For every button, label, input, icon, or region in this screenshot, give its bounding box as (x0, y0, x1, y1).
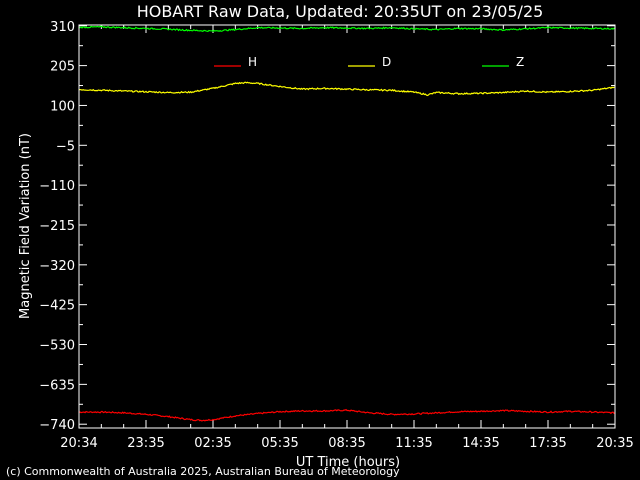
y-tick-label: −215 (39, 219, 75, 234)
legend-label-h: H (248, 55, 257, 69)
y-tick-label: −530 (39, 339, 75, 354)
y-tick-label: 205 (50, 60, 75, 75)
x-tick-label: 08:35 (328, 436, 365, 451)
magnetometer-chart: HOBART Raw Data, Updated: 20:35UT on 23/… (6, 2, 634, 478)
plot-area (78, 25, 616, 422)
y-axis-label: Magnetic Field Variation (nT) (18, 133, 33, 319)
x-tick-label: 11:35 (395, 436, 432, 451)
y-tick-label: −635 (39, 378, 75, 393)
x-tick-label: 14:35 (462, 436, 499, 451)
legend-label-d: D (382, 55, 391, 69)
y-tick-label: −425 (39, 299, 75, 314)
y-tick-label: −110 (39, 179, 75, 194)
plot-frame (78, 24, 616, 429)
x-tick-label: 02:35 (194, 436, 231, 451)
x-tick-label: 23:35 (127, 436, 164, 451)
copyright-notice: (c) Commonwealth of Australia 2025, Aust… (6, 465, 400, 478)
y-axis: 310 205 100 −5 −110 −215 −320 −425 −530 −635 −740 (39, 20, 615, 433)
x-tick-label: 05:35 (261, 436, 298, 451)
y-tick-label: 100 (50, 99, 75, 114)
series-h-line (78, 408, 616, 422)
y-tick-label: −740 (39, 418, 75, 433)
x-tick-label: 20:35 (596, 436, 633, 451)
y-tick-label: −5 (56, 139, 75, 154)
series-d-line (79, 81, 615, 97)
x-tick-label: 17:35 (529, 436, 566, 451)
x-tick-label: 20:34 (60, 436, 97, 451)
chart-title: HOBART Raw Data, Updated: 20:35UT on 23/… (137, 2, 544, 21)
legend: HDZ (214, 55, 524, 69)
legend-label-z: Z (516, 55, 524, 69)
y-tick-label: −320 (39, 259, 75, 274)
y-tick-label: 310 (50, 20, 75, 35)
